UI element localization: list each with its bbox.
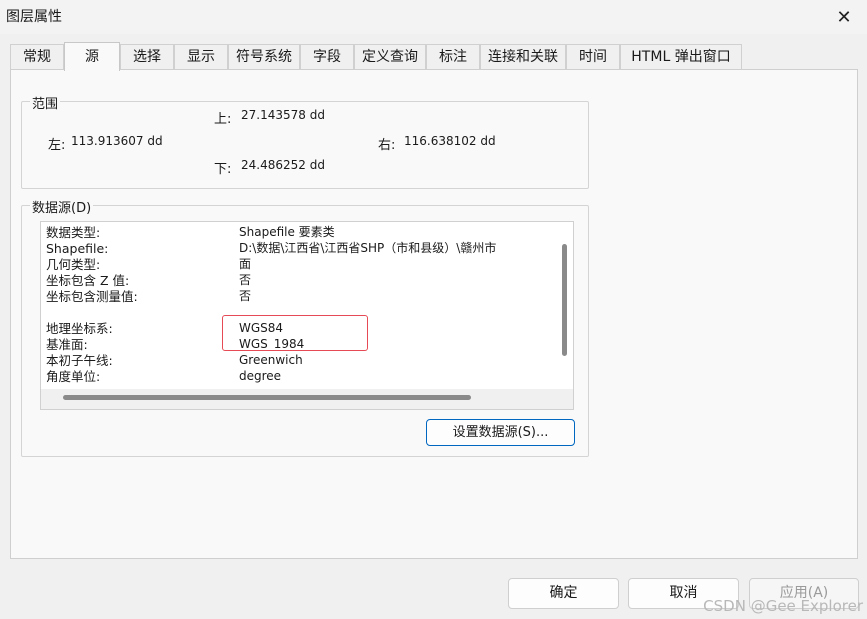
extent-top-label: 上: — [214, 112, 232, 127]
tab-joins-relates[interactable]: 连接和关联 — [480, 44, 566, 69]
extent-right-label: 右: — [378, 138, 396, 153]
info-label-has-z: 坐标包含 Z 值: — [46, 273, 130, 288]
tab-html-popup[interactable]: HTML 弹出窗口 — [620, 44, 742, 69]
info-value-has-m: 否 — [239, 289, 252, 303]
tab-source[interactable]: 源 — [64, 42, 120, 71]
info-label-gcs: 地理坐标系: — [46, 321, 113, 336]
tab-labels[interactable]: 标注 — [426, 44, 480, 69]
extent-bottom-label: 下: — [214, 162, 232, 177]
extent-left-label: 左: — [48, 138, 66, 153]
info-label-angular-unit: 角度单位: — [46, 369, 101, 384]
tab-symbology[interactable]: 符号系统 — [228, 44, 300, 69]
tab-selection[interactable]: 选择 — [120, 44, 174, 69]
info-label-geometry-type: 几何类型: — [46, 257, 101, 272]
set-datasource-button[interactable]: 设置数据源(S)... — [426, 419, 575, 446]
info-value-angular-unit: degree — [239, 369, 282, 383]
highlight-box — [222, 315, 368, 351]
title-bar: 图层属性 ✕ — [0, 0, 867, 34]
info-value-prime-meridian: Greenwich — [239, 353, 303, 367]
info-value-has-z: 否 — [239, 273, 252, 287]
info-value-shapefile: D:\数据\江西省\江西省SHP（市和县级）\赣州市 — [239, 241, 497, 255]
horizontal-scrollbar[interactable] — [63, 395, 471, 400]
close-icon[interactable]: ✕ — [821, 0, 867, 34]
extent-bottom-value: 24.486252 dd — [241, 158, 325, 172]
info-label-has-m: 坐标包含测量值: — [46, 289, 138, 304]
extent-top-value: 27.143578 dd — [241, 108, 325, 122]
watermark: CSDN @Gee Explorer — [703, 597, 863, 615]
info-label-data-type: 数据类型: — [46, 225, 101, 240]
tab-fields[interactable]: 字段 — [300, 44, 354, 69]
tab-definition-query[interactable]: 定义查询 — [354, 44, 426, 69]
info-label-datum: 基准面: — [46, 337, 88, 352]
tab-display[interactable]: 显示 — [174, 44, 228, 69]
extent-left-value: 113.913607 dd — [71, 134, 163, 148]
extent-right-value: 116.638102 dd — [404, 134, 496, 148]
datasource-legend: 数据源(D) — [30, 197, 94, 216]
extent-legend: 范围 — [30, 93, 61, 112]
vertical-scrollbar[interactable] — [562, 244, 567, 356]
info-value-geometry-type: 面 — [239, 257, 252, 271]
info-label-prime-meridian: 本初子午线: — [46, 353, 113, 368]
info-label-shapefile: Shapefile: — [46, 241, 109, 256]
ok-button[interactable]: 确定 — [508, 578, 619, 609]
window-title: 图层属性 — [6, 9, 62, 25]
info-value-data-type: Shapefile 要素类 — [239, 225, 335, 239]
tab-general[interactable]: 常规 — [10, 44, 64, 69]
tab-time[interactable]: 时间 — [566, 44, 620, 69]
